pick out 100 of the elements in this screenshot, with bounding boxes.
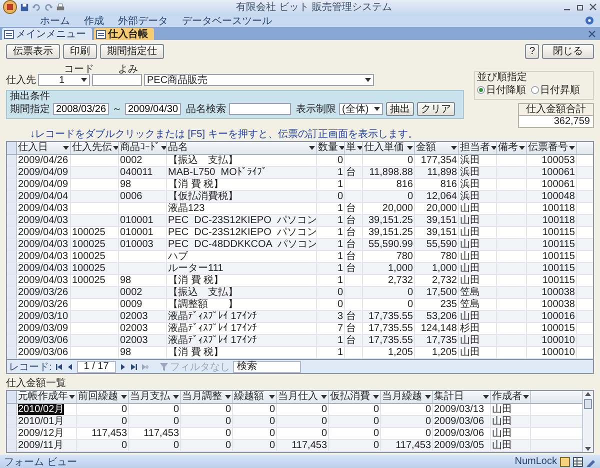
column-header[interactable]: 元帳作成年 [17,391,77,403]
date-field[interactable]: 2009/04/30 [125,103,181,115]
column-header[interactable]: 当月繰越 [381,391,433,403]
column-header[interactable]: 集計日 [433,391,491,403]
scrollbar[interactable] [582,391,593,452]
column-header[interactable]: 担当者 [459,142,497,154]
table-cell: 0 [317,299,345,310]
search-field[interactable]: 検索 [232,360,301,372]
supplier-combo-box[interactable]: PEC商品販売 [144,74,374,86]
limit-combo-box[interactable]: (全体) [339,103,383,115]
column-header[interactable]: 数量 [317,142,345,154]
row-selector[interactable] [7,251,17,262]
save-icon[interactable] [20,2,29,12]
datasheet-view-icon[interactable] [573,456,583,466]
dropdown-arrow-icon [523,395,529,399]
column-header[interactable]: 仕入先伝 [71,142,119,154]
row-selector[interactable] [7,347,17,358]
row-selector[interactable] [7,263,17,274]
window-title: 有限会社 ビット 販売管理システム [235,0,393,14]
close-icon[interactable] [589,3,597,11]
row-selector[interactable] [7,275,17,286]
table-cell: 0 [381,428,433,439]
document-tab[interactable]: メインメニュー [2,28,92,40]
extract-button[interactable]: 抽出 [386,102,414,116]
ribbon-tab[interactable]: データベースツール [182,14,272,28]
row-selector[interactable] [7,179,17,190]
help-button[interactable]: ? [525,44,539,59]
column-header[interactable]: 当月仕入 [277,391,329,403]
column-header[interactable]: 単 [345,142,363,154]
toolbar-button[interactable]: 伝票表示 [6,44,60,59]
record-number-field[interactable]: 1 / 17 [76,360,116,372]
row-selector[interactable] [7,323,17,334]
undo-icon[interactable] [32,2,41,12]
printer-icon[interactable] [56,2,65,12]
table-cell: 1,000 [363,263,415,274]
column-header[interactable]: 前回繰越 [77,391,129,403]
column-header[interactable]: 伝票番号 [527,142,577,154]
row-selector[interactable] [7,191,17,202]
table-cell: 山田 [491,416,531,427]
scroll-thumb[interactable] [584,399,592,409]
next-record-icon[interactable] [118,362,127,370]
radio-option[interactable]: 日付昇順 [531,83,580,97]
row-selector[interactable] [7,215,17,226]
scroll-down-icon[interactable] [584,446,592,452]
table-cell: 0 [129,440,181,451]
restore-icon[interactable] [576,3,584,11]
form-view-icon[interactable] [560,456,570,466]
row-selector[interactable] [7,404,17,415]
row-selector[interactable] [7,335,17,346]
select-all-corner[interactable] [7,391,17,403]
row-selector[interactable] [7,299,17,310]
input-field[interactable] [92,74,142,86]
column-header[interactable]: 繰越額 [233,391,277,403]
table-cell: 100025 [71,239,119,250]
search-field[interactable] [229,103,291,115]
radio-option[interactable]: 日付降順 [477,83,526,97]
column-header[interactable]: 作成者 [491,391,531,403]
table-cell: 12,064 [415,191,459,202]
row-selector[interactable] [7,239,17,250]
table-cell: 1 [317,251,345,262]
row-selector[interactable] [7,167,17,178]
select-all-corner[interactable] [7,142,17,154]
ribbon-tab[interactable]: ホーム [40,14,70,28]
table-cell: 0 [329,440,381,451]
ribbon-tab[interactable]: 外部データ [118,14,168,28]
row-selector[interactable] [7,416,17,427]
last-record-icon[interactable] [130,362,138,370]
column-header[interactable]: 備考 [497,142,527,154]
close-button[interactable]: 閉じる [542,44,594,59]
row-selector[interactable] [7,155,17,166]
table-cell: 100038 [527,287,577,298]
redo-icon[interactable] [44,2,53,12]
row-selector[interactable] [7,311,17,322]
document-tab[interactable]: 仕入台帳 [94,28,154,40]
column-header[interactable]: 仕入単価 [363,142,415,154]
date-field[interactable]: 2008/03/26 [53,103,109,115]
column-header[interactable]: 仮払消費 [329,391,381,403]
office-button[interactable] [3,0,17,14]
row-selector[interactable] [7,428,17,439]
table-cell: 0 [277,428,329,439]
column-header[interactable]: 当月支払 [129,391,181,403]
table-cell: 010001 [119,227,167,238]
code-combo-box[interactable]: 1 [38,74,90,86]
dropdown-arrow-icon [321,395,327,399]
column-header[interactable]: 品名 [167,142,317,154]
clear-button[interactable]: クリア [417,102,455,116]
row-selector[interactable] [7,203,17,214]
toolbar-button[interactable]: 期間指定仕 [100,44,164,59]
ribbon-tab[interactable]: 作成 [84,14,104,28]
toolbar-button[interactable]: 印刷 [63,44,97,59]
row-selector[interactable] [7,227,17,238]
row-selector[interactable] [7,287,17,298]
column-header[interactable]: 仕入日 [17,142,71,154]
first-record-icon[interactable] [54,362,63,370]
close-icon[interactable] [588,30,596,38]
column-header[interactable]: 金額 [415,142,459,154]
row-selector[interactable] [7,440,17,451]
scroll-up-icon[interactable] [584,391,592,397]
previous-record-icon[interactable] [66,362,74,370]
table-cell: 0 [233,440,277,451]
